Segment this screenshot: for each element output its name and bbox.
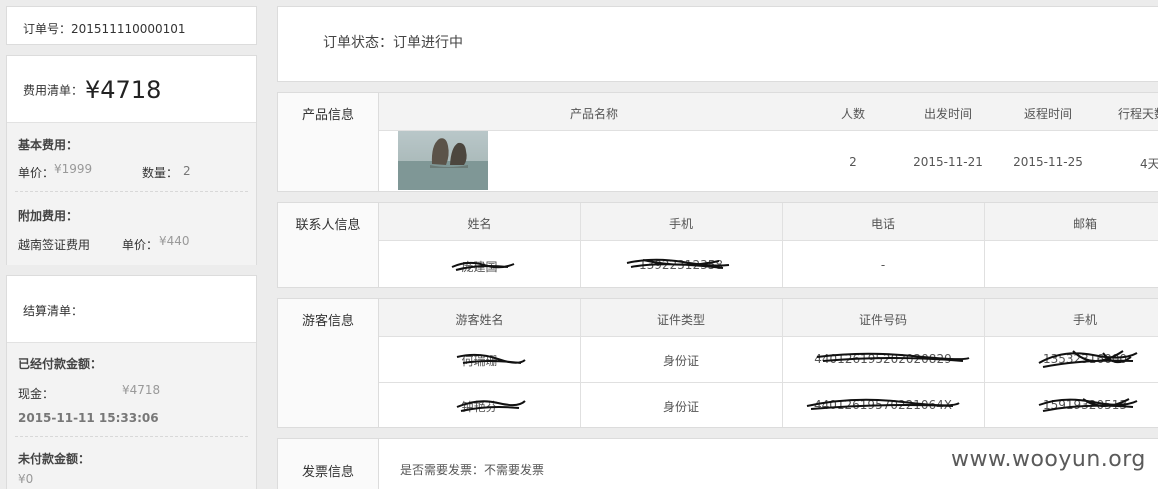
redaction-scribble <box>456 353 526 364</box>
paid-time: 2015-11-11 15:33:06 <box>18 411 159 425</box>
people-count: 2 <box>849 155 857 169</box>
col-id-type: 证件类型 <box>656 313 705 327</box>
fee-list-body: 基本费用： 单价： ¥1999 数量： 2 附加费用： 越南签证费用 单价： ¥… <box>7 123 256 265</box>
invoice-required: 是否需要发票：不需要发票 <box>400 463 545 477</box>
redaction-scribble <box>456 400 526 412</box>
order-status-card: 订单状态：订单进行中 <box>277 6 1158 82</box>
col-days: 行程天数 <box>1118 107 1158 121</box>
col-email: 邮箱 <box>1072 217 1097 231</box>
basic-fee-title: 基本费用： <box>18 138 79 152</box>
product-info-section: 产品信息 产品名称 人数 出发时间 返程时间 行程天数 2 2015-11-21… <box>277 92 1158 192</box>
left-panel: 订单号：201511110000101 费用清单：¥4718 基本费用： 单价：… <box>6 0 257 489</box>
redaction-scribble <box>626 258 730 269</box>
unit-price-label: 单价： <box>18 166 55 180</box>
col-people: 人数 <box>840 107 865 121</box>
order-status: 订单状态：订单进行中 <box>323 35 463 51</box>
col-phone: 电话 <box>870 217 895 231</box>
unpaid-amount-title: 未付款金额： <box>18 452 91 466</box>
extra-price-value: ¥440 <box>159 234 190 248</box>
invoice-info-title: 发票信息 <box>301 465 354 480</box>
depart-date: 2015-11-21 <box>913 155 983 169</box>
trip-days: 4天 <box>1140 157 1158 171</box>
section-label-box: 发票信息 <box>278 439 379 489</box>
watermark: www.wooyun.org <box>951 447 1146 472</box>
extra-fee-item: 越南签证费用 <box>18 238 91 252</box>
redaction-scribble <box>451 261 515 271</box>
col-tourist-name: 游客姓名 <box>455 313 504 327</box>
col-name: 姓名 <box>467 217 492 231</box>
fee-total: ¥4718 <box>85 76 162 104</box>
tourist-info-section: 游客信息 游客姓名 证件类型 证件号码 手机 何瑞珊 身份证 440126195… <box>277 298 1158 428</box>
divider <box>15 191 248 192</box>
quantity-value: 2 <box>183 164 191 178</box>
settlement-body: 已经付款金额： 现金： ¥4718 2015-11-11 15:33:06 未付… <box>7 343 256 489</box>
col-id-number: 证件号码 <box>858 313 907 327</box>
col-mobile: 手机 <box>668 217 693 231</box>
section-label-box: 产品信息 <box>278 93 379 191</box>
settlement-card: 结算清单： 已经付款金额： 现金： ¥4718 2015-11-11 15:33… <box>6 275 257 489</box>
product-info-title: 产品信息 <box>301 108 354 123</box>
col-depart: 出发时间 <box>923 107 972 121</box>
settlement-header: 结算清单： <box>7 276 256 343</box>
extra-fee-title: 附加费用： <box>18 209 79 223</box>
redaction-scribble <box>816 352 970 362</box>
redaction-scribble <box>1038 350 1138 368</box>
divider <box>379 382 1158 383</box>
col-return: 返程时间 <box>1023 107 1072 121</box>
quantity-label: 数量： <box>142 166 179 180</box>
tourist-info-title: 游客信息 <box>301 314 354 329</box>
fee-list-card: 费用清单：¥4718 基本费用： 单价： ¥1999 数量： 2 附加费用： 越… <box>6 55 257 265</box>
divider <box>15 436 248 437</box>
unit-price-value: ¥1999 <box>54 162 93 176</box>
tourist-id-type: 身份证 <box>662 400 699 414</box>
contact-info-section: 联系人信息 姓名 手机 电话 邮箱 庞建国 13922312358 - <box>277 202 1158 288</box>
section-label-box: 联系人信息 <box>278 203 379 287</box>
return-date: 2015-11-25 <box>1013 155 1083 169</box>
fee-list-label: 费用清单： <box>23 83 84 98</box>
section-label-box: 游客信息 <box>278 299 379 427</box>
fee-list-header: 费用清单：¥4718 <box>7 56 256 123</box>
order-number-card: 订单号：201511110000101 <box>6 6 257 45</box>
paid-amount-title: 已经付款金额： <box>18 357 103 371</box>
extra-price-label: 单价： <box>122 238 159 252</box>
order-number-label: 订单号： <box>23 22 72 36</box>
cash-label: 现金： <box>18 387 55 401</box>
order-number: 201511110000101 <box>71 22 186 36</box>
unpaid-value: ¥0 <box>18 472 34 486</box>
cash-value: ¥4718 <box>122 383 161 397</box>
redaction-scribble <box>1038 398 1138 412</box>
contact-info-title: 联系人信息 <box>295 218 361 233</box>
redaction-scribble <box>806 398 960 410</box>
product-thumbnail[interactable] <box>398 131 488 190</box>
contact-phone: - <box>880 258 886 272</box>
col-product-name: 产品名称 <box>569 107 618 121</box>
tourist-id-type: 身份证 <box>662 354 699 368</box>
settlement-label: 结算清单： <box>23 304 84 318</box>
col-tourist-mobile: 手机 <box>1072 313 1097 327</box>
